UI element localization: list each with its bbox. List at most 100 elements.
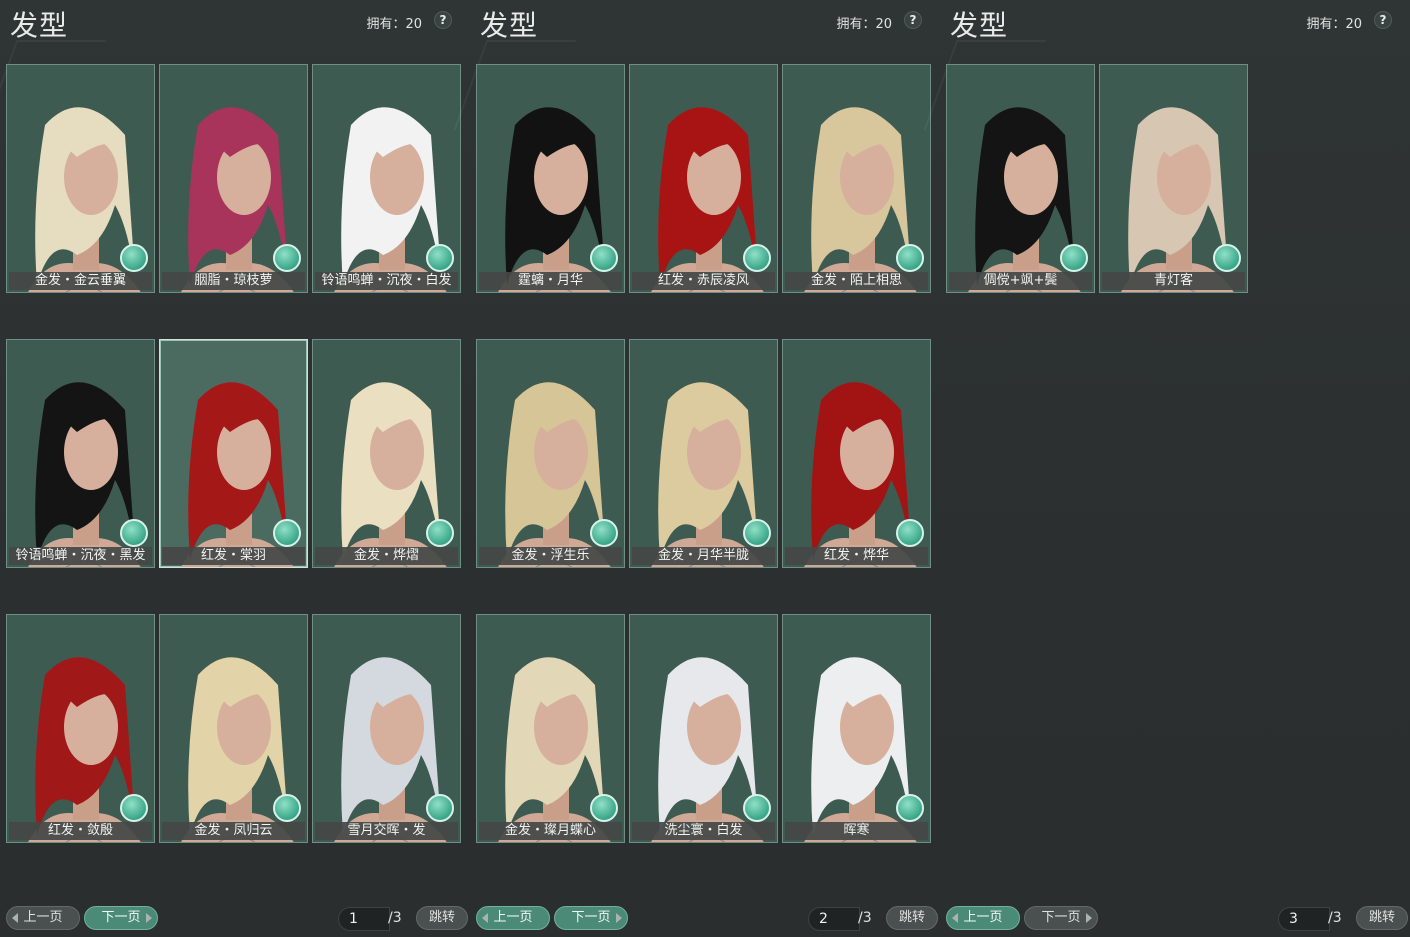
brush-dye-icon[interactable] [743,244,771,272]
hairstyle-card[interactable]: 金发・烨熠 [312,339,461,568]
hairstyle-card[interactable]: 铃语鸣蝉・沉夜・白发 [312,64,461,293]
hairstyle-card[interactable]: 金发・月华半胧 [629,339,778,568]
hairstyle-name: 金发・烨熠 [315,547,458,565]
hairstyle-card[interactable]: 红发・棠羽 [159,339,308,568]
brush-dye-icon[interactable] [120,794,148,822]
hairstyle-card[interactable]: 铃语鸣蝉・沉夜・黑发 [6,339,155,568]
hairstyle-name: 红发・敛殷 [9,822,152,840]
hairstyle-card[interactable]: 金发・陌上相思 [782,64,931,293]
brush-dye-icon[interactable] [590,794,618,822]
question-icon: ? [909,13,917,27]
hairstyle-name: 金发・月华半胧 [632,547,775,565]
hairstyle-name: 红发・赤辰凌风 [632,272,775,290]
chevron-right-icon [146,913,152,923]
chevron-left-icon [482,913,488,923]
chevron-left-icon [952,913,958,923]
brush-dye-icon[interactable] [590,519,618,547]
brush-dye-icon[interactable] [896,519,924,547]
hairstyle-name: 洗尘寰・白发 [632,822,775,840]
hairstyle-name: 金发・浮生乐 [479,547,622,565]
brush-dye-icon[interactable] [273,244,301,272]
hairstyle-card[interactable]: 金发・凤归云 [159,614,308,843]
next-page-label: 下一页 [1041,910,1081,925]
brush-dye-icon[interactable] [426,519,454,547]
brush-dye-icon[interactable] [896,794,924,822]
page-number-input[interactable]: 3 [1278,907,1330,931]
hairstyle-card[interactable]: 金发・璨月蝶心 [476,614,625,843]
owned-count: 拥有：20 [1306,17,1362,32]
brush-dye-icon[interactable] [1213,244,1241,272]
hairstyle-name: 金发・陌上相思 [785,272,928,290]
hairstyle-card[interactable]: 雪月交晖・发 [312,614,461,843]
brush-dye-icon[interactable] [273,794,301,822]
prev-page-label: 上一页 [23,910,63,925]
brush-dye-icon[interactable] [1060,244,1088,272]
hairstyle-card[interactable]: 胭脂・琼枝萝 [159,64,308,293]
hairstyle-name: 金发・金云垂翼 [9,272,152,290]
prev-page-button[interactable]: 上一页 [476,906,550,930]
page-total: /3 [858,910,872,926]
help-button[interactable]: ? [1374,11,1392,29]
next-page-button[interactable]: 下一页 [1024,906,1098,930]
hairstyle-name: 倜傥+飒+鬓 [949,272,1092,290]
hairstyle-name: 雪月交晖・发 [315,822,458,840]
next-page-button[interactable]: 下一页 [554,906,628,930]
hairstyle-card[interactable]: 霆螭・月华 [476,64,625,293]
hairstyle-card[interactable]: 红发・赤辰凌风 [629,64,778,293]
brush-dye-icon[interactable] [426,244,454,272]
page-number-input[interactable]: 1 [338,907,390,931]
panel-title: 发型 [10,9,69,42]
page-number-input[interactable]: 2 [808,907,860,931]
hairstyle-name: 青灯客 [1102,272,1245,290]
prev-page-button[interactable]: 上一页 [6,906,80,930]
hairstyle-panel-3: 发型 拥有：20? 倜傥+飒+鬓 青灯客上一页 下一页 3/3 跳转 [923,0,1410,937]
hairstyle-card[interactable]: 青灯客 [1099,64,1248,293]
chevron-right-icon [616,913,622,923]
hairstyle-card[interactable]: 洗尘寰・白发 [629,614,778,843]
brush-dye-icon[interactable] [120,244,148,272]
hairstyle-name: 金发・璨月蝶心 [479,822,622,840]
jump-button[interactable]: 跳转 [886,906,938,930]
hairstyle-name: 铃语鸣蝉・沉夜・黑发 [9,547,152,565]
prev-page-label: 上一页 [963,910,1003,925]
hairstyle-name: 铃语鸣蝉・沉夜・白发 [315,272,458,290]
hairstyle-card[interactable]: 晖寒 [782,614,931,843]
brush-dye-icon[interactable] [743,794,771,822]
hairstyle-card[interactable]: 金发・浮生乐 [476,339,625,568]
owned-count: 拥有：20 [836,17,892,32]
prev-page-label: 上一页 [493,910,533,925]
page-total: /3 [1328,910,1342,926]
chevron-right-icon [1086,913,1092,923]
next-page-label: 下一页 [101,910,141,925]
hairstyle-card[interactable]: 金发・金云垂翼 [6,64,155,293]
brush-dye-icon[interactable] [743,519,771,547]
brush-dye-icon[interactable] [896,244,924,272]
brush-dye-icon[interactable] [120,519,148,547]
jump-button[interactable]: 跳转 [416,906,468,930]
next-page-button[interactable]: 下一页 [84,906,158,930]
question-icon: ? [439,13,447,27]
hairstyle-name: 霆螭・月华 [479,272,622,290]
chevron-left-icon [12,913,18,923]
hairstyle-name: 金发・凤归云 [162,822,305,840]
prev-page-button[interactable]: 上一页 [946,906,1020,930]
brush-dye-icon[interactable] [426,794,454,822]
owned-count: 拥有：20 [366,17,422,32]
hairstyle-card[interactable]: 红发・敛殷 [6,614,155,843]
brush-dye-icon[interactable] [590,244,618,272]
hairstyle-panel-2: 发型 拥有：20? 霆螭・月华 红发・赤辰凌风 金发・陌上相思金发・浮生乐 金发・月华半胧… [453,0,940,937]
panel-title: 发型 [480,9,539,42]
question-icon: ? [1379,13,1387,27]
panel-title: 发型 [950,9,1009,42]
hairstyle-card[interactable]: 倜傥+飒+鬓 [946,64,1095,293]
jump-button[interactable]: 跳转 [1356,906,1408,930]
hairstyle-panel-1: 发型 拥有：20? 金发・金云垂翼 胭脂・琼枝萝 铃语鸣蝉・沉夜・白发铃语鸣蝉・沉夜・黑… [0,0,470,937]
help-button[interactable]: ? [904,11,922,29]
next-page-label: 下一页 [571,910,611,925]
hairstyle-card[interactable]: 红发・烨华 [782,339,931,568]
hairstyle-name: 胭脂・琼枝萝 [162,272,305,290]
brush-dye-icon[interactable] [273,519,301,547]
hairstyle-name: 红发・烨华 [785,547,928,565]
help-button[interactable]: ? [434,11,452,29]
hairstyle-name: 晖寒 [785,822,928,840]
